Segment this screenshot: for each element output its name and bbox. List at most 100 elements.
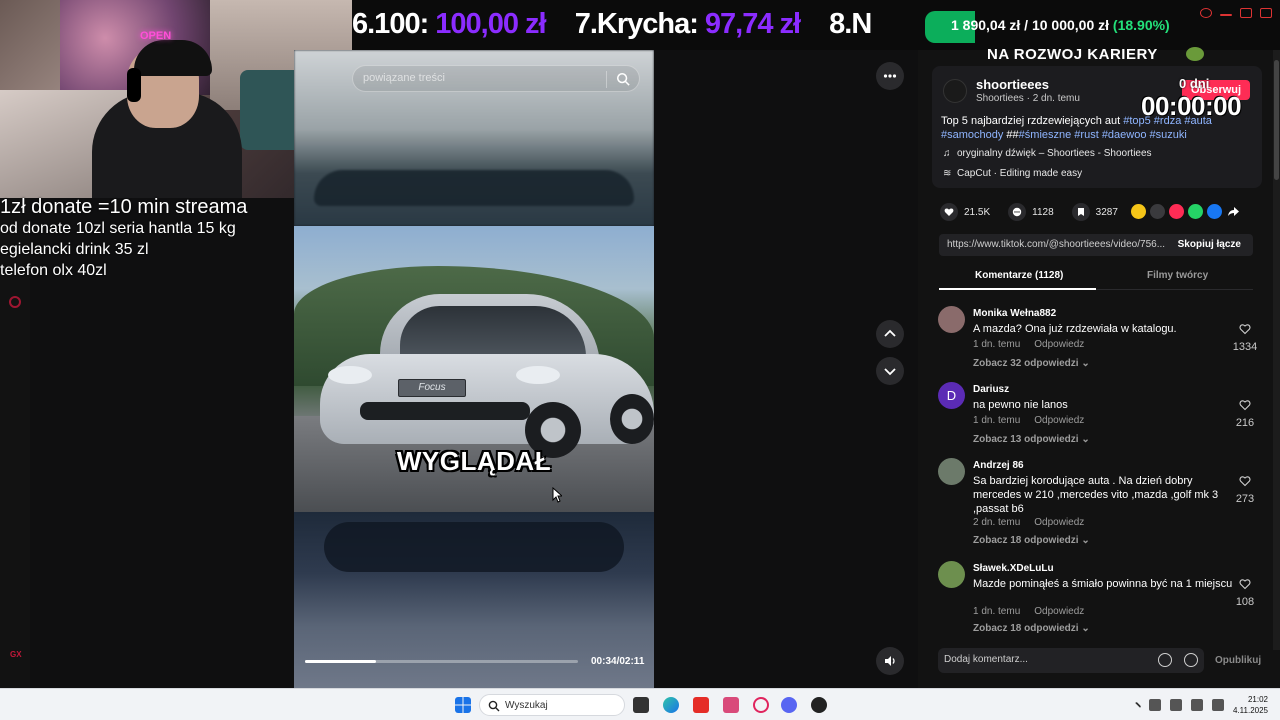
- system-tray: [1131, 699, 1224, 712]
- donate-info: 1zł donate =10 min streama od donate 10z…: [0, 196, 300, 281]
- onedrive-icon[interactable]: [1149, 699, 1161, 711]
- chevron-down-icon: ⌄: [1081, 623, 1090, 634]
- next-video-button[interactable]: [876, 357, 904, 385]
- comment-list: Monika Wełna882 A mazda? Ona już rzdzewi…: [918, 300, 1280, 634]
- youtube-icon[interactable]: [693, 697, 709, 713]
- view-replies-button[interactable]: Zobacz 18 odpowiedzi ⌄: [973, 623, 1090, 634]
- emoji-icon[interactable]: [1184, 653, 1198, 667]
- blurred-car: [314, 170, 634, 206]
- facebook-icon[interactable]: [1207, 204, 1222, 219]
- comment-avatar[interactable]: D: [938, 382, 965, 409]
- comment-like[interactable]: 216: [1230, 398, 1260, 429]
- goal-percent: (18.90%): [1112, 17, 1170, 33]
- reply-button[interactable]: Odpowiedz: [1034, 339, 1084, 350]
- car-grille: [360, 402, 530, 420]
- like-button[interactable]: [940, 203, 958, 221]
- clock-date: 4.11.2025: [1233, 706, 1268, 715]
- microphone-icon[interactable]: [1170, 699, 1182, 711]
- comment-like[interactable]: 1334: [1230, 322, 1260, 353]
- author-name[interactable]: shoortieees: [976, 77, 1049, 92]
- scrollbar-thumb[interactable]: [1274, 60, 1279, 180]
- opera-gx-icon[interactable]: [753, 697, 769, 713]
- comment-avatar[interactable]: [938, 458, 965, 485]
- previous-video-button[interactable]: [876, 320, 904, 348]
- comment-username[interactable]: Dariusz: [973, 384, 1009, 395]
- capcut-icon: ≋: [943, 168, 952, 179]
- gx-sidebar-icon[interactable]: [9, 296, 21, 308]
- capcut-link[interactable]: ≋ CapCut · Editing made easy: [943, 168, 1082, 179]
- hashtag-link[interactable]: #top5 #rdza #auta: [1123, 115, 1212, 127]
- window-controls: [1200, 8, 1272, 18]
- search-icon: [488, 700, 500, 712]
- minimize-icon[interactable]: [1220, 14, 1232, 16]
- volume-button[interactable]: [876, 647, 904, 675]
- sound-link[interactable]: ♫ oryginalny dźwięk – Shoortiees - Shoort…: [943, 148, 1152, 159]
- donate-line: od donate 10zl seria hantla 15 kg: [0, 220, 236, 237]
- close-icon[interactable]: [1260, 8, 1272, 18]
- comment-button[interactable]: [1008, 203, 1027, 221]
- comment-time: 2 dn. temu: [973, 517, 1021, 528]
- tab-comments[interactable]: Komentarze (1128): [975, 270, 1063, 281]
- related-search[interactable]: powiązane treści: [352, 65, 640, 92]
- view-replies-button[interactable]: Zobacz 32 odpowiedzi ⌄: [973, 358, 1090, 369]
- author-subtitle: Shoortiees · 2 dn. temu: [976, 93, 1080, 104]
- share-arrow-icon[interactable]: [1226, 204, 1241, 219]
- more-options-button[interactable]: [876, 62, 904, 90]
- comment-meta: 1 dn. temu Odpowiedz: [973, 339, 1084, 350]
- sound-label: oryginalny dźwięk – Shoortiees - Shoorti…: [957, 148, 1152, 159]
- hashtag-link[interactable]: #śmieszne #rust #daewoo #suzuki: [1019, 129, 1187, 141]
- network-icon[interactable]: [1191, 699, 1203, 711]
- hashtag-link[interactable]: #samochody: [941, 129, 1003, 141]
- share-app-icon[interactable]: [1169, 204, 1184, 219]
- mouse-cursor-icon: [552, 487, 562, 503]
- video-url[interactable]: https://www.tiktok.com/@shoortieees/vide…: [947, 239, 1171, 250]
- discord-icon[interactable]: [781, 697, 797, 713]
- video-progress[interactable]: [305, 660, 578, 663]
- view-replies-button[interactable]: Zobacz 18 odpowiedzi ⌄: [973, 535, 1090, 546]
- taskbar-clock[interactable]: 21:02 4.11.2025: [1232, 694, 1268, 716]
- restore-icon[interactable]: [1240, 8, 1252, 18]
- comment-username[interactable]: Andrzej 86: [973, 460, 1024, 471]
- obs-icon[interactable]: [811, 697, 827, 713]
- taskbar-search[interactable]: Wyszukaj: [479, 694, 625, 716]
- publish-button[interactable]: Opublikuj: [1215, 655, 1261, 666]
- ticker-item: 8.N: [829, 8, 872, 40]
- author-avatar[interactable]: [943, 79, 967, 103]
- comment-item: Andrzej 86 Sa bardziej korodujące auta .…: [918, 454, 1280, 558]
- comment-like-count: 273: [1235, 493, 1255, 505]
- donate-line: 1zł donate =10 min streama: [0, 196, 248, 218]
- reply-button[interactable]: Odpowiedz: [1034, 606, 1084, 617]
- task-view-icon[interactable]: [633, 697, 649, 713]
- search-icon[interactable]: [1200, 8, 1212, 18]
- save-button[interactable]: [1071, 203, 1090, 221]
- mention-icon[interactable]: [1158, 653, 1172, 667]
- windows-start-icon[interactable]: [455, 697, 471, 713]
- comment-like[interactable]: 108: [1230, 577, 1260, 608]
- comment-avatar[interactable]: [938, 306, 965, 333]
- edge-icon[interactable]: [663, 697, 679, 713]
- heart-icon: [1239, 324, 1251, 335]
- tab-creator-videos[interactable]: Filmy twórcy: [1147, 270, 1208, 281]
- search-icon[interactable]: [616, 72, 630, 86]
- repost-icon[interactable]: [1131, 204, 1146, 219]
- view-replies-button[interactable]: Zobacz 13 odpowiedzi ⌄: [973, 434, 1090, 445]
- chevron-down-icon: ⌄: [1081, 535, 1090, 546]
- comment-input[interactable]: Dodaj komentarz...: [938, 648, 1204, 673]
- speaker-icon[interactable]: [1212, 699, 1224, 711]
- donor-ticker: 6.100: 100,00 zł 7.Krycha: 97,74 zł 8.N: [352, 0, 905, 50]
- comment-placeholder: Dodaj komentarz...: [944, 654, 1028, 665]
- embed-icon[interactable]: [1150, 204, 1165, 219]
- whatsapp-icon[interactable]: [1188, 204, 1203, 219]
- comment-avatar[interactable]: [938, 561, 965, 588]
- comment-username[interactable]: Sławek.XDeLuLu: [973, 563, 1054, 574]
- snipping-tool-icon[interactable]: [723, 697, 739, 713]
- comment-like[interactable]: 273: [1230, 474, 1260, 505]
- video-url-box[interactable]: https://www.tiktok.com/@shoortieees/vide…: [939, 234, 1253, 256]
- reply-button[interactable]: Odpowiedz: [1034, 517, 1084, 528]
- reply-button[interactable]: Odpowiedz: [1034, 415, 1084, 426]
- video-player[interactable]: Focus WYGLĄDAŁ: [294, 50, 654, 688]
- more-icon: [883, 74, 897, 78]
- copy-link-button[interactable]: Skopiuj łącze: [1178, 239, 1241, 250]
- comment-username[interactable]: Monika Wełna882: [973, 308, 1056, 319]
- chevron-up-icon[interactable]: [1131, 701, 1142, 712]
